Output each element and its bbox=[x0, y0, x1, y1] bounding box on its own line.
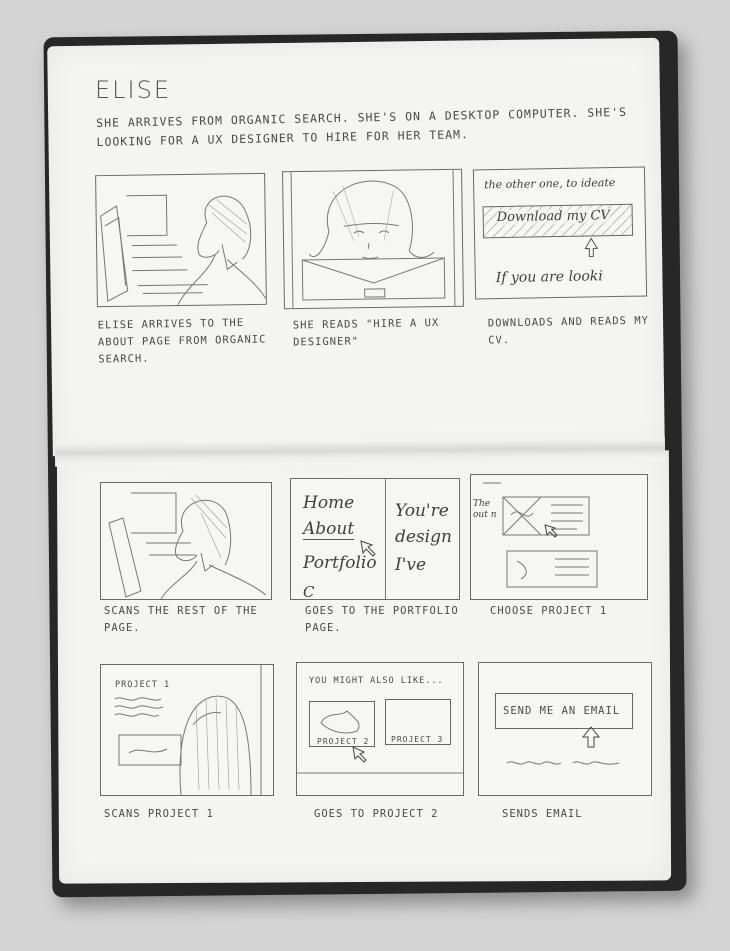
panel-7-frame: PROJECT 1 bbox=[100, 664, 274, 796]
panel-9-caption: SENDS EMAIL bbox=[502, 808, 583, 820]
panel-8-card-1-label: PROJECT 2 bbox=[317, 737, 370, 746]
panel-4-caption: SCANS THE REST OF THE PAGE. bbox=[104, 605, 258, 634]
panel-8-frame: YOU MIGHT ALSO LIKE... PROJECT 2 PROJECT… bbox=[296, 662, 464, 796]
panel-5-frame: Home About Portfolio C You're design I'v… bbox=[290, 478, 460, 600]
panel-1-frame bbox=[95, 172, 267, 308]
panel-9-sketch bbox=[506, 726, 620, 765]
panel-5-body-line1: You're bbox=[395, 501, 449, 521]
panel-3-caption: DOWNLOADS AND READS MY CV. bbox=[487, 314, 650, 347]
panel-5-body-line2: design bbox=[395, 527, 452, 547]
panel-1-caption: ELISE ARRIVES TO THE ABOUT PAGE FROM ORG… bbox=[97, 316, 267, 366]
panel-4-frame bbox=[100, 482, 272, 600]
panel-7-caption: SCANS PROJECT 1 bbox=[104, 808, 214, 820]
panel-6-sketch bbox=[483, 482, 598, 588]
panel-6-frame: The out n bbox=[470, 474, 648, 600]
panel-5-nav-contact: C bbox=[303, 583, 315, 600]
panel-5-body-line3: I've bbox=[395, 555, 427, 575]
panel-5-caption: GOES TO THE PORTFOLIO PAGE. bbox=[305, 605, 459, 634]
panel-8-card-2-label: PROJECT 3 bbox=[391, 735, 444, 744]
panel-7-sketch bbox=[114, 665, 262, 795]
panel-2-frame bbox=[282, 168, 464, 310]
panel-1-sketch bbox=[100, 194, 266, 306]
panel-3-frame: the other one, to ideate Download my CV … bbox=[472, 166, 648, 300]
panel-9-frame: SEND ME AN EMAIL bbox=[478, 662, 652, 796]
panel-5-nav-portfolio: Portfolio bbox=[303, 553, 377, 573]
panel-2-caption: SHE READS "HIRE A UX DESIGNER" bbox=[292, 316, 440, 349]
panel-3-text-line2: If you are looki bbox=[495, 268, 603, 287]
storyboard-title: ELISE bbox=[95, 76, 172, 104]
panel-8-caption: GOES TO PROJECT 2 bbox=[314, 808, 439, 820]
panel-2-sketch bbox=[290, 169, 456, 309]
panel-4-sketch bbox=[108, 492, 267, 599]
panel-6-caption: CHOOSE PROJECT 1 bbox=[490, 605, 608, 617]
cursor-arrow-icon bbox=[581, 726, 601, 748]
